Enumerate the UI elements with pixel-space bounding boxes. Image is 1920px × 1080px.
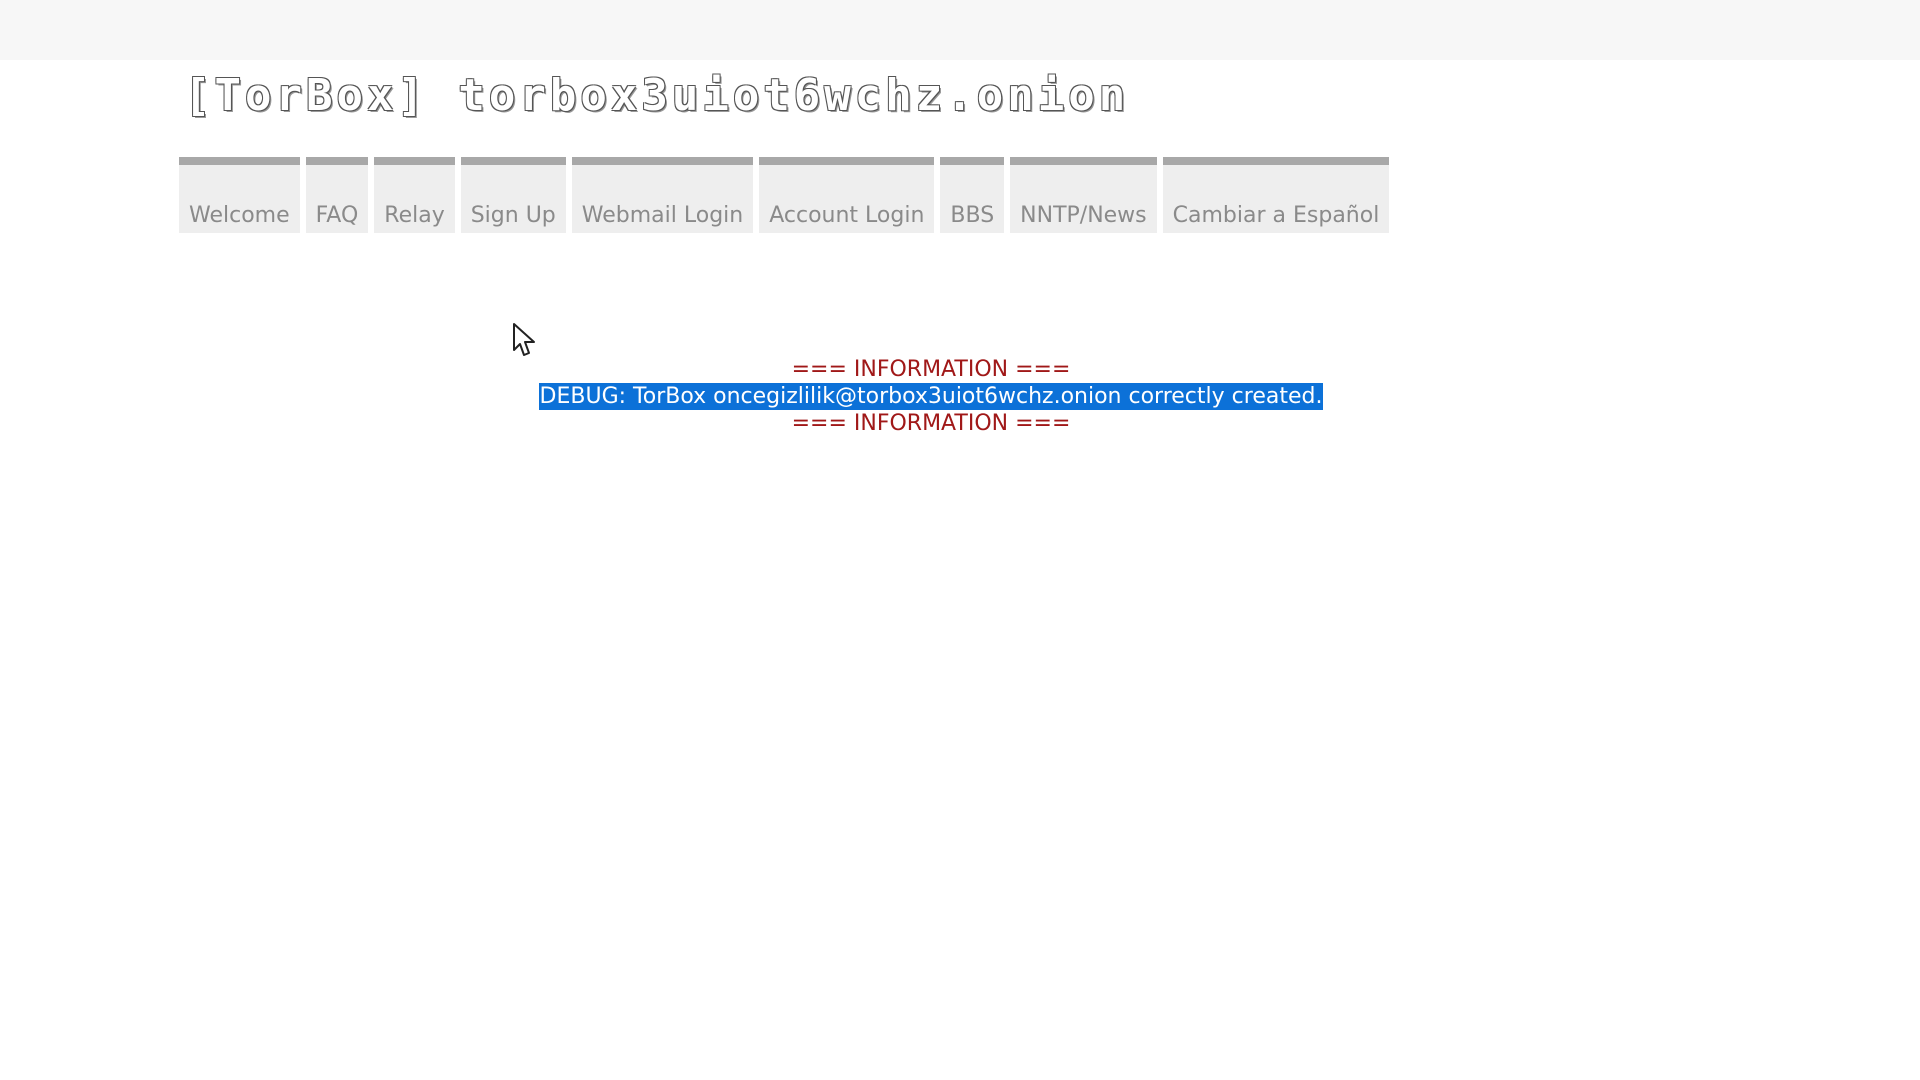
information-header: === INFORMATION === xyxy=(791,357,1071,382)
nav-item-language-switch[interactable]: Cambiar a Español xyxy=(1162,157,1390,233)
nav-item-bbs[interactable]: BBS xyxy=(940,157,1005,233)
nav-item-nntp-news[interactable]: NNTP/News xyxy=(1010,157,1157,233)
nav-item-relay[interactable]: Relay xyxy=(374,157,455,233)
information-message: === INFORMATION === DEBUG: TorBox oncegi… xyxy=(0,356,1862,437)
nav-item-account-login[interactable]: Account Login xyxy=(759,157,935,233)
debug-message[interactable]: DEBUG: TorBox oncegizlilik@torbox3uiot6w… xyxy=(538,383,1324,410)
site-logo[interactable]: [TorBox] torbox3uiot6wchz.onion xyxy=(184,70,1129,121)
nav-item-webmail-login[interactable]: Webmail Login xyxy=(571,157,754,233)
mouse-pointer-icon xyxy=(513,323,535,356)
nav-item-faq[interactable]: FAQ xyxy=(305,157,369,233)
nav-item-welcome[interactable]: Welcome xyxy=(179,157,300,233)
main-nav: Welcome FAQ Relay Sign Up Webmail Login … xyxy=(179,157,1390,233)
page-body: [TorBox] torbox3uiot6wchz.onion Welcome … xyxy=(0,60,1920,1080)
information-footer: === INFORMATION === xyxy=(791,411,1071,436)
nav-item-sign-up[interactable]: Sign Up xyxy=(460,157,566,233)
browser-top-strip xyxy=(0,0,1920,60)
